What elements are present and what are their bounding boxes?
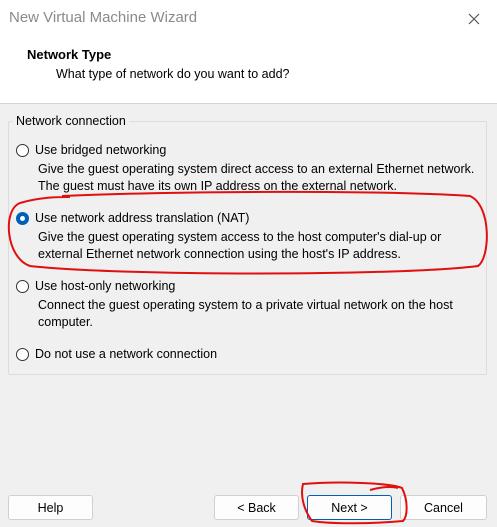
option-host-only-label: Use host-only networking xyxy=(35,279,176,293)
help-button[interactable]: Help xyxy=(8,495,93,520)
page-subtitle: What type of network do you want to add? xyxy=(56,67,290,81)
next-highlight-annotation-tail xyxy=(369,485,399,491)
back-button[interactable]: < Back xyxy=(214,495,299,520)
close-icon xyxy=(468,13,480,24)
option-host-only-description: Connect the guest operating system to a … xyxy=(38,298,453,329)
page-title: Network Type xyxy=(27,47,112,62)
wizard-window: New Virtual Machine Wizard Network Type … xyxy=(0,0,497,527)
radio-no-network[interactable] xyxy=(16,348,29,361)
title-bar: New Virtual Machine Wizard xyxy=(0,0,497,37)
option-bridged-label: Use bridged networking xyxy=(35,143,167,157)
option-nat-description: Give the guest operating system access t… xyxy=(38,230,442,261)
close-button[interactable] xyxy=(451,0,497,37)
radio-nat[interactable] xyxy=(16,212,29,225)
option-bridged-description: Give the guest operating system direct a… xyxy=(38,162,475,193)
window-title: New Virtual Machine Wizard xyxy=(9,9,198,26)
wizard-header: Network Type What type of network do you… xyxy=(0,37,497,104)
radio-bridged[interactable] xyxy=(16,144,29,157)
option-no-network-label: Do not use a network connection xyxy=(35,347,218,361)
next-button[interactable]: Next > xyxy=(307,495,392,520)
group-legend: Network connection xyxy=(16,114,126,128)
option-nat-label: Use network address translation (NAT) xyxy=(35,211,250,225)
cancel-button[interactable]: Cancel xyxy=(400,495,487,520)
radio-host-only[interactable] xyxy=(16,280,29,293)
